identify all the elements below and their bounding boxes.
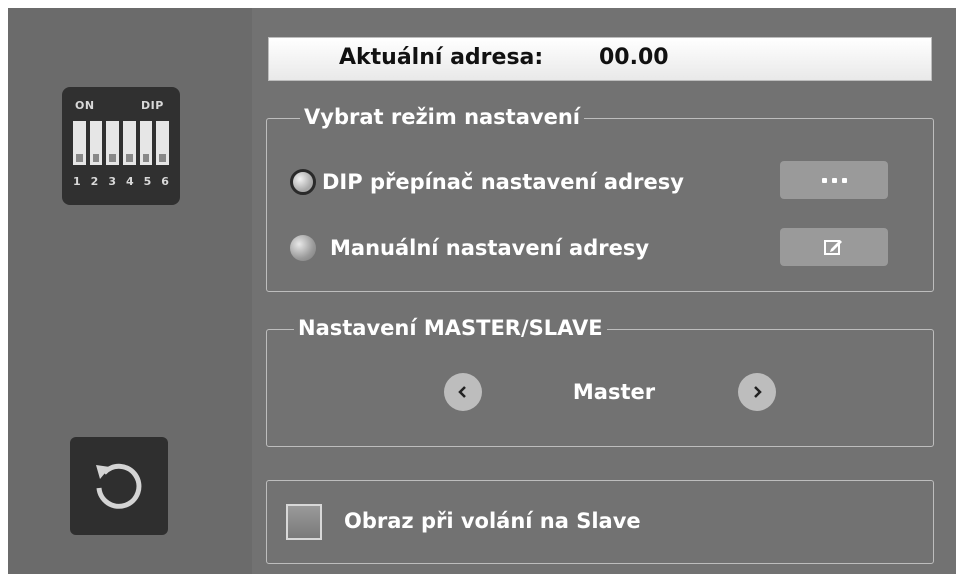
slave-image-label: Obraz při volání na Slave [344, 509, 641, 533]
dip-switch [123, 121, 136, 165]
radio-button-selected[interactable] [290, 169, 316, 195]
radio-manual[interactable]: Manuální nastavení adresy [290, 230, 649, 266]
dip-switch-bank [73, 121, 170, 165]
dip-number: 3 [108, 175, 116, 188]
previous-button[interactable] [444, 373, 482, 411]
dip-number: 6 [161, 175, 169, 188]
manual-edit-button[interactable] [780, 228, 888, 266]
master-slave-title: Nastavení MASTER/SLAVE [294, 316, 607, 340]
dip-number: 4 [125, 175, 134, 188]
dip-number: 1 [73, 175, 81, 188]
master-slave-value: Master [572, 380, 656, 404]
address-value: 00.00 [599, 45, 669, 70]
dip-label: DIP [141, 99, 164, 112]
dip-switch [73, 121, 86, 165]
reset-icon [96, 463, 142, 509]
dip-switch [156, 121, 170, 165]
radio-button[interactable] [290, 235, 316, 261]
next-button[interactable] [738, 373, 776, 411]
mode-group-title: Vybrat režim nastavení [300, 105, 584, 129]
chevron-left-icon [458, 386, 466, 398]
slave-image-checkbox[interactable] [286, 504, 322, 540]
radio-dip-label: DIP přepínač nastavení adresy [322, 170, 684, 194]
more-icon [821, 177, 847, 183]
radio-dip-switch[interactable]: DIP přepínač nastavení adresy [290, 164, 684, 200]
dip-number: 2 [90, 175, 99, 188]
chevron-right-icon [754, 386, 762, 398]
current-address-bar: Aktuální adresa: 00.00 [268, 37, 932, 81]
radio-manual-label: Manuální nastavení adresy [330, 236, 650, 260]
dip-switch-numbers: 1 2 3 4 5 6 [73, 175, 169, 188]
reset-button[interactable] [70, 437, 168, 535]
dip-number: 5 [143, 175, 152, 188]
dip-on-label: ON [75, 99, 95, 112]
edit-icon [824, 240, 842, 255]
dip-switch [139, 121, 153, 165]
dip-switch-icon: ON DIP 1 2 3 4 5 6 [62, 87, 180, 205]
dip-switch [89, 121, 103, 165]
dip-switch [106, 121, 120, 165]
address-label: Aktuální adresa: [339, 45, 544, 70]
dip-settings-button[interactable] [780, 161, 888, 199]
